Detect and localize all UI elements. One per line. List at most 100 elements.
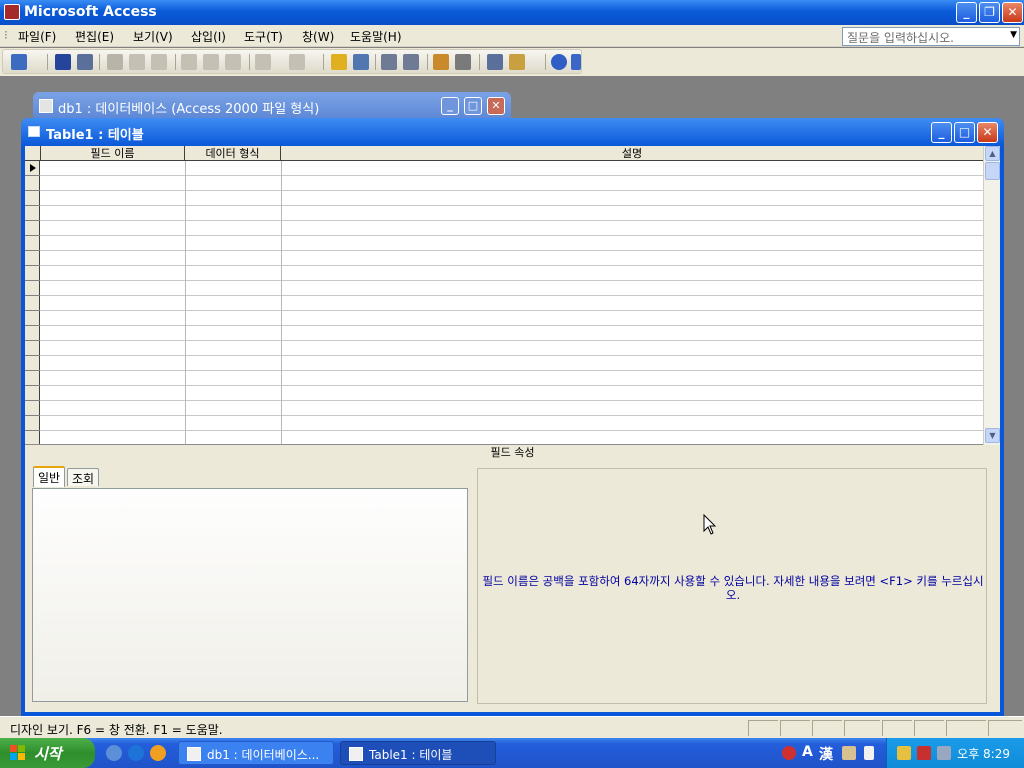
- scroll-up-icon[interactable]: ▲: [985, 146, 1000, 161]
- paste-icon[interactable]: [225, 54, 241, 70]
- build-icon[interactable]: [353, 54, 369, 70]
- db-close-button[interactable]: ✕: [487, 97, 505, 115]
- table-row[interactable]: [25, 401, 983, 416]
- table-row[interactable]: [25, 356, 983, 371]
- row-selector[interactable]: [25, 206, 40, 221]
- language-bar-icon[interactable]: [782, 746, 796, 760]
- table-row[interactable]: [25, 386, 983, 401]
- ime-mode-indicator[interactable]: A: [802, 744, 813, 760]
- row-selector[interactable]: [25, 341, 40, 356]
- properties-sheet-icon[interactable]: [433, 54, 449, 70]
- db-minimize-button[interactable]: _: [441, 97, 459, 115]
- print-preview-icon[interactable]: [129, 54, 145, 70]
- scroll-down-icon[interactable]: ▼: [985, 428, 1000, 443]
- row-selector[interactable]: [25, 356, 40, 371]
- delete-rows-icon[interactable]: [403, 54, 419, 70]
- internet-explorer-icon[interactable]: [128, 745, 144, 761]
- column-header-data-type[interactable]: 데이터 형식: [185, 146, 281, 161]
- ask-question-input[interactable]: 질문을 입력하십시오. ▼: [842, 27, 1020, 46]
- row-selector[interactable]: [25, 161, 40, 176]
- restore-button[interactable]: ❐: [979, 2, 1000, 23]
- taskbar-item-db1[interactable]: db1 : 데이터베이스...: [178, 741, 334, 765]
- table-row[interactable]: [25, 416, 983, 431]
- network-icon[interactable]: [897, 746, 911, 760]
- row-selector[interactable]: [25, 311, 40, 326]
- view-icon[interactable]: [11, 54, 27, 70]
- row-selector[interactable]: [25, 266, 40, 281]
- spelling-icon[interactable]: [151, 54, 167, 70]
- table-row[interactable]: [25, 311, 983, 326]
- table-row[interactable]: [25, 371, 983, 386]
- menu-insert[interactable]: 삽입(I): [191, 28, 226, 45]
- menu-window[interactable]: 창(W): [302, 28, 334, 45]
- table-row[interactable]: [25, 221, 983, 236]
- column-header-description[interactable]: 설명: [281, 146, 983, 161]
- chevron-down-icon[interactable]: ▼: [1010, 30, 1017, 40]
- security-shield-icon[interactable]: [917, 746, 931, 760]
- start-button[interactable]: 시작: [0, 738, 95, 768]
- db-maximize-button[interactable]: □: [464, 97, 482, 115]
- row-selector[interactable]: [25, 236, 40, 251]
- row-selector[interactable]: [25, 251, 40, 266]
- ime-pad-icon[interactable]: [842, 746, 856, 760]
- row-selector[interactable]: [25, 371, 40, 386]
- redo-icon[interactable]: [289, 54, 305, 70]
- table-close-button[interactable]: ✕: [977, 122, 998, 143]
- media-player-icon[interactable]: [150, 745, 166, 761]
- new-object-icon[interactable]: [509, 54, 525, 70]
- help-icon[interactable]: [551, 54, 567, 70]
- table-maximize-button[interactable]: □: [954, 122, 975, 143]
- row-selector[interactable]: [25, 176, 40, 191]
- menu-help[interactable]: 도움말(H): [350, 28, 402, 45]
- table-row[interactable]: [25, 341, 983, 356]
- row-selector[interactable]: [25, 296, 40, 311]
- copy-icon[interactable]: [203, 54, 219, 70]
- database-window-icon[interactable]: [487, 54, 503, 70]
- menu-tools[interactable]: 도구(T): [244, 28, 283, 45]
- table-window-titlebar[interactable]: Table1 : 테이블 _ □ ✕: [21, 118, 1004, 146]
- primary-key-icon[interactable]: [331, 54, 347, 70]
- indexes-icon[interactable]: [455, 54, 471, 70]
- menu-file[interactable]: 파일(F): [18, 28, 56, 45]
- properties-icon[interactable]: [77, 54, 93, 70]
- menu-edit[interactable]: 편집(E): [75, 28, 114, 45]
- grid-corner[interactable]: [25, 146, 41, 161]
- tab-general[interactable]: 일반: [33, 466, 66, 487]
- help-tray-icon[interactable]: [864, 746, 874, 760]
- insert-rows-icon[interactable]: [381, 54, 397, 70]
- table-row[interactable]: [25, 191, 983, 206]
- field-grid[interactable]: 필드 이름 데이터 형식 설명 ▲ ▼: [25, 146, 1000, 445]
- volume-icon[interactable]: [937, 746, 951, 760]
- row-selector[interactable]: [25, 191, 40, 206]
- menu-view[interactable]: 보기(V): [133, 28, 173, 45]
- database-window[interactable]: db1 : 데이터베이스 (Access 2000 파일 형식) _ □ ✕: [33, 92, 511, 120]
- close-button[interactable]: ✕: [1002, 2, 1023, 23]
- row-selector[interactable]: [25, 281, 40, 296]
- table-row[interactable]: [25, 161, 983, 176]
- table-row[interactable]: [25, 266, 983, 281]
- scroll-thumb[interactable]: [985, 162, 1000, 180]
- row-selector[interactable]: [25, 416, 40, 431]
- row-selector[interactable]: [25, 326, 40, 341]
- print-icon[interactable]: [107, 54, 123, 70]
- grid-vertical-scrollbar[interactable]: ▲ ▼: [983, 146, 1000, 445]
- toolbar-options-icon[interactable]: [571, 54, 581, 70]
- table-row[interactable]: [25, 176, 983, 191]
- show-desktop-icon[interactable]: [106, 745, 122, 761]
- row-selector[interactable]: [25, 401, 40, 416]
- access-app-icon[interactable]: [4, 4, 20, 20]
- cut-icon[interactable]: [181, 54, 197, 70]
- undo-icon[interactable]: [255, 54, 271, 70]
- table-row[interactable]: [25, 296, 983, 311]
- table-row[interactable]: [25, 326, 983, 341]
- minimize-button[interactable]: _: [956, 2, 977, 23]
- save-icon[interactable]: [55, 54, 71, 70]
- column-header-field-name[interactable]: 필드 이름: [41, 146, 185, 161]
- table-row[interactable]: [25, 236, 983, 251]
- tab-lookup[interactable]: 조회: [67, 468, 100, 486]
- ime-hanja-indicator[interactable]: 漢: [819, 744, 833, 764]
- table-row[interactable]: [25, 206, 983, 221]
- row-selector[interactable]: [25, 221, 40, 236]
- table-minimize-button[interactable]: _: [931, 122, 952, 143]
- table-row[interactable]: [25, 251, 983, 266]
